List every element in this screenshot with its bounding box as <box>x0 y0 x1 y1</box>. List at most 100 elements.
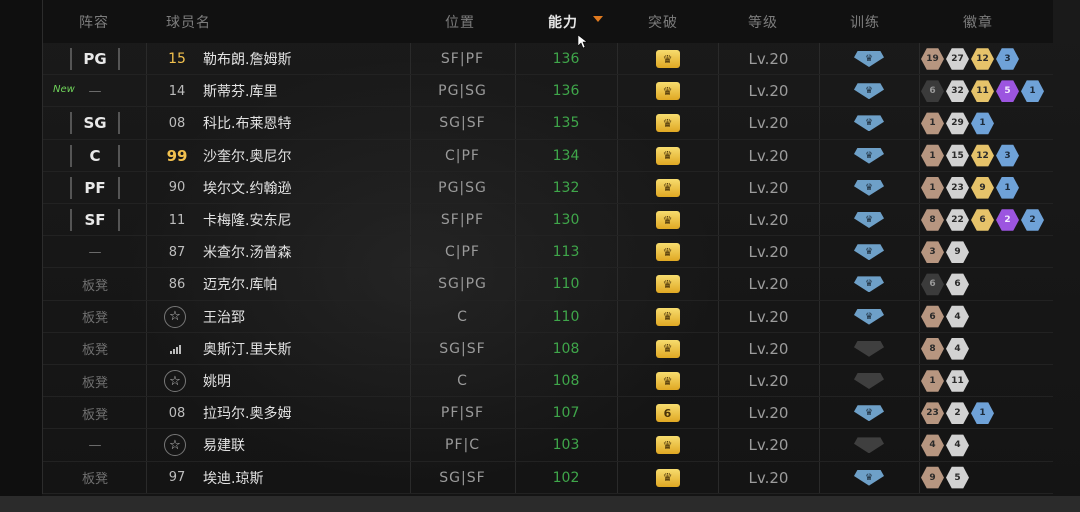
breakthrough-cell[interactable]: ♛ <box>617 365 718 397</box>
badge-hexagon-icon[interactable]: 9 <box>921 466 944 489</box>
badge-hexagon-icon[interactable]: 3 <box>921 241 944 263</box>
crown-icon[interactable]: ♛ <box>655 372 680 390</box>
lineup-cell[interactable]: 板凳 <box>70 397 125 429</box>
header-training[interactable]: 训练 <box>850 12 880 32</box>
badge-hexagon-icon[interactable]: 22 <box>946 209 969 231</box>
lineup-cell[interactable]: — <box>70 75 125 107</box>
crown-icon[interactable]: ♛ <box>655 211 680 229</box>
table-row[interactable]: — New 14 斯蒂芬.库里 PG|SG 136 ♛ Lv.20 ♛ 6 32 11 5 1 <box>43 75 1053 108</box>
lineup-cell[interactable]: — <box>70 429 125 461</box>
header-breakthrough[interactable]: 突破 <box>648 12 678 32</box>
player-name[interactable]: 奥斯汀.里夫斯 <box>203 333 291 365</box>
training-cell[interactable]: ♛ <box>819 172 919 204</box>
badge-list[interactable]: 39 <box>921 236 969 268</box>
training-crown-icon[interactable]: ♛ <box>854 276 884 293</box>
breakthrough-cell[interactable]: ♛ <box>617 429 718 461</box>
player-name[interactable]: 埃迪.琼斯 <box>203 462 263 494</box>
table-row[interactable]: — ☆ 易建联 PF|C 103 ♛ Lv.20 4 4 <box>43 429 1053 462</box>
player-name[interactable]: 王治郅 <box>203 301 245 333</box>
lineup-cell[interactable]: 板凳 <box>70 301 125 333</box>
table-row[interactable]: 板凳 08 拉玛尔.奥多姆 PF|SF 107 6 Lv.20 ♛ 23 2 1 <box>43 397 1053 430</box>
badge-list[interactable]: 6 32 11 5 1 <box>921 75 1044 107</box>
player-name[interactable]: 埃尔文.约翰逊 <box>203 172 291 204</box>
player-name[interactable]: 斯蒂芬.库里 <box>203 75 277 107</box>
breakthrough-cell[interactable]: 6 <box>617 397 718 429</box>
badge-list[interactable]: 44 <box>921 429 969 461</box>
training-crown-icon[interactable]: ♛ <box>854 469 884 486</box>
badge-hexagon-icon[interactable]: 6 <box>921 273 944 296</box>
header-position[interactable]: 位置 <box>445 12 475 32</box>
table-row[interactable]: C 99 沙奎尔.奥尼尔 C|PF 134 ♛ Lv.20 ♛ 1 15 12 3 <box>43 139 1053 172</box>
breakthrough-cell[interactable]: ♛ <box>617 172 718 204</box>
breakthrough-cell[interactable]: ♛ <box>617 268 718 300</box>
bottom-scroll-bar[interactable] <box>0 496 1080 512</box>
table-row[interactable]: 板凳 ☆ 姚明 C 108 ♛ Lv.20 1 11 <box>43 365 1053 398</box>
lineup-cell[interactable]: SF <box>70 204 120 236</box>
lineup-position-tag[interactable]: PG <box>70 48 120 70</box>
crown-icon[interactable]: ♛ <box>655 50 680 68</box>
badge-list[interactable]: 66 <box>921 268 969 300</box>
player-name[interactable]: 科比.布莱恩特 <box>203 107 291 139</box>
player-name[interactable]: 勒布朗.詹姆斯 <box>203 43 291 75</box>
training-cell[interactable]: ♛ <box>819 43 919 75</box>
lineup-label[interactable]: 板凳 <box>65 372 125 391</box>
badge-hexagon-icon[interactable]: 19 <box>921 48 944 70</box>
table-row[interactable]: SG 08 科比.布莱恩特 SG|SF 135 ♛ Lv.20 ♛ 1 29 1 <box>43 107 1053 140</box>
header-ability[interactable]: 能力 <box>548 12 578 32</box>
training-crown-icon[interactable]: ♛ <box>854 147 884 164</box>
crown-icon[interactable]: ♛ <box>655 114 680 133</box>
badge-hexagon-icon[interactable]: 4 <box>921 434 944 457</box>
table-row[interactable]: SF 11 卡梅隆.安东尼 SF|PF 130 ♛ Lv.20 ♛ 8 22 6 2 2 <box>43 204 1053 237</box>
header-level[interactable]: 等级 <box>748 12 778 32</box>
badge-hexagon-icon[interactable]: 8 <box>921 337 944 360</box>
badge-hexagon-icon[interactable]: 12 <box>971 144 994 167</box>
player-name[interactable]: 易建联 <box>203 429 245 461</box>
training-crown-icon[interactable]: ♛ <box>854 115 884 132</box>
lineup-label[interactable]: 板凳 <box>65 339 125 358</box>
breakthrough-cell[interactable]: ♛ <box>617 301 718 333</box>
training-cell[interactable]: ♛ <box>819 268 919 300</box>
badge-hexagon-icon[interactable]: 1 <box>921 176 944 199</box>
training-cell[interactable]: ♛ <box>819 107 919 139</box>
player-name[interactable]: 沙奎尔.奥尼尔 <box>203 140 291 172</box>
player-name[interactable]: 姚明 <box>203 365 231 397</box>
training-crown-icon[interactable]: ♛ <box>854 308 884 325</box>
training-crown-icon[interactable] <box>854 340 884 357</box>
breakthrough-cell[interactable]: ♛ <box>617 140 718 172</box>
lineup-cell[interactable]: — <box>70 236 125 268</box>
crown-icon[interactable]: ♛ <box>655 82 680 101</box>
badge-hexagon-icon[interactable]: 11 <box>971 80 994 102</box>
badge-hexagon-icon[interactable]: 6 <box>921 80 944 102</box>
table-row[interactable]: — 87 米查尔.汤普森 C|PF 113 ♛ Lv.20 ♛ 3 9 <box>43 236 1053 269</box>
badge-hexagon-icon[interactable]: 12 <box>971 48 994 70</box>
lineup-cell[interactable]: 板凳 <box>70 333 125 365</box>
lineup-position-tag[interactable]: SG <box>70 112 120 135</box>
breakthrough-cell[interactable]: ♛ <box>617 204 718 236</box>
badge-hexagon-icon[interactable]: 9 <box>946 241 969 263</box>
table-row[interactable]: 板凳 86 迈克尔.库帕 SG|PG 110 ♛ Lv.20 ♛ 6 6 <box>43 268 1053 301</box>
breakthrough-cell[interactable]: ♛ <box>617 107 718 139</box>
lineup-label[interactable]: — <box>65 438 125 453</box>
badge-list[interactable]: 8 22 6 2 2 <box>921 204 1044 236</box>
training-cell[interactable]: ♛ <box>819 462 919 494</box>
badge-list[interactable]: 23 2 1 <box>921 397 994 429</box>
badge-hexagon-icon[interactable]: 9 <box>971 176 994 199</box>
crown-icon[interactable]: ♛ <box>655 178 680 197</box>
badge-hexagon-icon[interactable]: 6 <box>971 209 994 231</box>
badge-hexagon-icon[interactable]: 6 <box>921 305 944 328</box>
lineup-cell[interactable]: 板凳 <box>70 462 125 494</box>
training-crown-icon[interactable]: ♛ <box>854 405 884 422</box>
header-player-name[interactable]: 球员名 <box>166 12 211 32</box>
crown-icon[interactable]: ♛ <box>655 243 680 262</box>
training-crown-icon[interactable]: ♛ <box>854 179 884 196</box>
badge-list[interactable]: 19 27 12 3 <box>921 43 1019 75</box>
training-crown-icon[interactable]: ♛ <box>854 83 884 100</box>
player-name[interactable]: 迈克尔.库帕 <box>203 268 277 300</box>
lineup-cell[interactable]: C <box>70 140 120 172</box>
badge-list[interactable]: 95 <box>921 462 969 494</box>
breakthrough-cell[interactable]: ♛ <box>617 236 718 268</box>
training-crown-icon[interactable] <box>854 437 884 454</box>
badge-hexagon-icon[interactable]: 1 <box>1021 80 1044 102</box>
lineup-position-tag[interactable]: C <box>70 144 120 167</box>
breakthrough-cell[interactable]: ♛ <box>617 75 718 107</box>
